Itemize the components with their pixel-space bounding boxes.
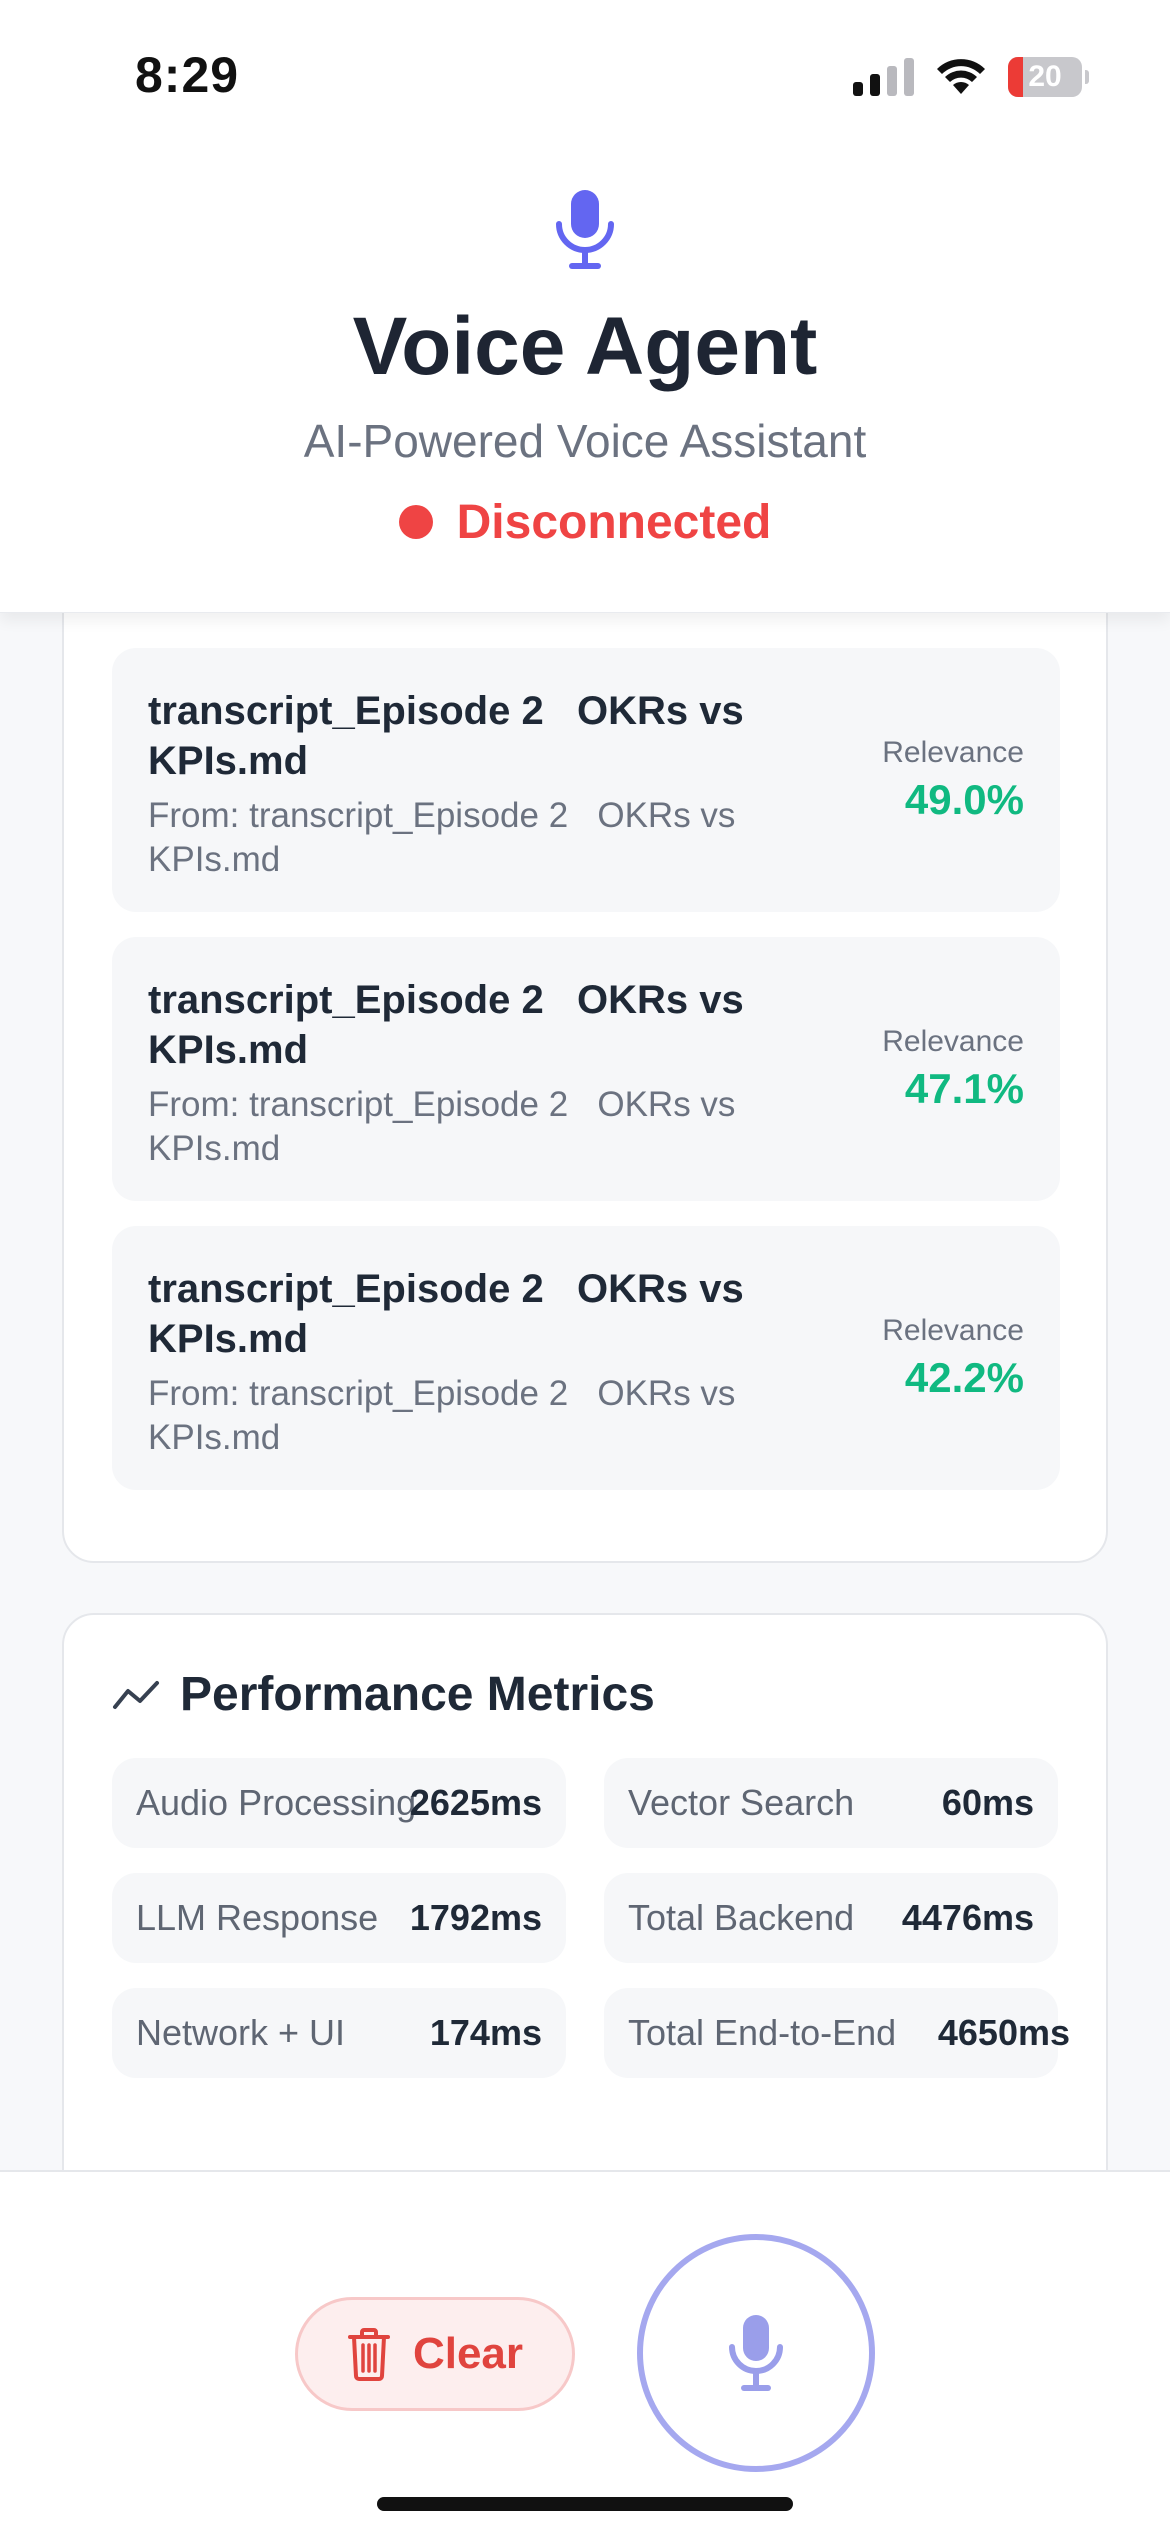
clear-button[interactable]: Clear	[295, 2297, 575, 2411]
metric-label: Total Backend	[628, 1897, 855, 1938]
source-item[interactable]: transcript_Episode 2 OKRs vs KPIs.md Fro…	[112, 937, 1060, 1201]
trend-line-icon	[113, 1681, 159, 1709]
trash-icon	[347, 2328, 390, 2381]
source-item[interactable]: transcript_Episode 2 OKRs vs KPIs.md Fro…	[112, 1226, 1060, 1490]
metric-label: Audio Processing	[136, 1782, 417, 1823]
record-mic-button[interactable]	[637, 2234, 875, 2472]
metric-vector-search: Vector Search 60ms	[604, 1758, 1058, 1848]
metric-total-backend: Total Backend 4476ms	[604, 1873, 1058, 1963]
metric-label: Network + UI	[136, 2012, 346, 2053]
relevance-label: Relevance	[882, 1314, 1024, 1347]
source-origin: From: transcript_Episode 2 OKRs vs KPIs.…	[148, 796, 746, 879]
app-title: Voice Agent	[352, 301, 818, 392]
app-header: Voice Agent AI-Powered Voice Assistant D…	[0, 150, 1170, 613]
clear-button-label: Clear	[412, 2329, 524, 2378]
metric-label: Total End-to-End	[628, 2012, 897, 2053]
metric-label: Vector Search	[628, 1782, 855, 1823]
status-time: 8:29	[135, 47, 240, 103]
source-title: transcript_Episode 2 OKRs vs KPIs.md	[148, 978, 755, 1072]
metric-value: 2625ms	[409, 1782, 542, 1823]
metric-network-ui: Network + UI 174ms	[112, 1988, 566, 2078]
relevance-label: Relevance	[882, 1025, 1024, 1058]
battery-percent: 20	[1028, 60, 1062, 93]
relevance-value: 42.2%	[904, 1354, 1024, 1401]
metric-value: 60ms	[941, 1782, 1034, 1823]
source-origin: From: transcript_Episode 2 OKRs vs KPIs.…	[148, 1085, 746, 1168]
microphone-icon	[556, 190, 614, 269]
metric-llm-response: LLM Response 1792ms	[112, 1873, 566, 1963]
bottom-control-bar: Clear	[0, 2170, 1170, 2532]
app-subtitle: AI-Powered Voice Assistant	[303, 415, 867, 467]
metric-audio-processing: Audio Processing 2625ms	[112, 1758, 566, 1848]
cellular-signal-icon	[853, 58, 914, 96]
metric-value: 174ms	[429, 2012, 542, 2053]
relevance-value: 47.1%	[904, 1065, 1024, 1112]
relevance-label: Relevance	[882, 736, 1024, 769]
status-dot-icon	[398, 505, 433, 539]
metric-label: LLM Response	[136, 1897, 379, 1938]
wifi-icon	[937, 59, 985, 94]
battery-icon: 20	[1008, 57, 1089, 97]
performance-metrics-title: Performance Metrics	[180, 1668, 655, 1721]
home-indicator[interactable]	[377, 2497, 793, 2511]
source-title: transcript_Episode 2 OKRs vs KPIs.md	[148, 1267, 755, 1361]
metric-total-end-to-end: Total End-to-End 4650ms	[604, 1988, 1070, 2078]
metric-value: 4650ms	[937, 2012, 1070, 2053]
connection-status-label: Disconnected	[456, 495, 772, 549]
relevance-value: 49.0%	[904, 776, 1024, 823]
connection-status: Disconnected	[0, 492, 1170, 552]
metric-value: 1792ms	[409, 1897, 542, 1938]
microphone-icon	[729, 2315, 783, 2391]
sources-card: transcript_Episode 2 OKRs vs KPIs.md Fro…	[62, 560, 1108, 1563]
source-item[interactable]: transcript_Episode 2 OKRs vs KPIs.md Fro…	[112, 648, 1060, 912]
source-origin: From: transcript_Episode 2 OKRs vs KPIs.…	[148, 1374, 746, 1457]
metric-value: 4476ms	[901, 1897, 1034, 1938]
performance-metrics-card: Performance Metrics Audio Processing 262…	[62, 1613, 1108, 2253]
status-bar: 8:29 20	[0, 0, 1170, 150]
source-title: transcript_Episode 2 OKRs vs KPIs.md	[148, 689, 755, 783]
